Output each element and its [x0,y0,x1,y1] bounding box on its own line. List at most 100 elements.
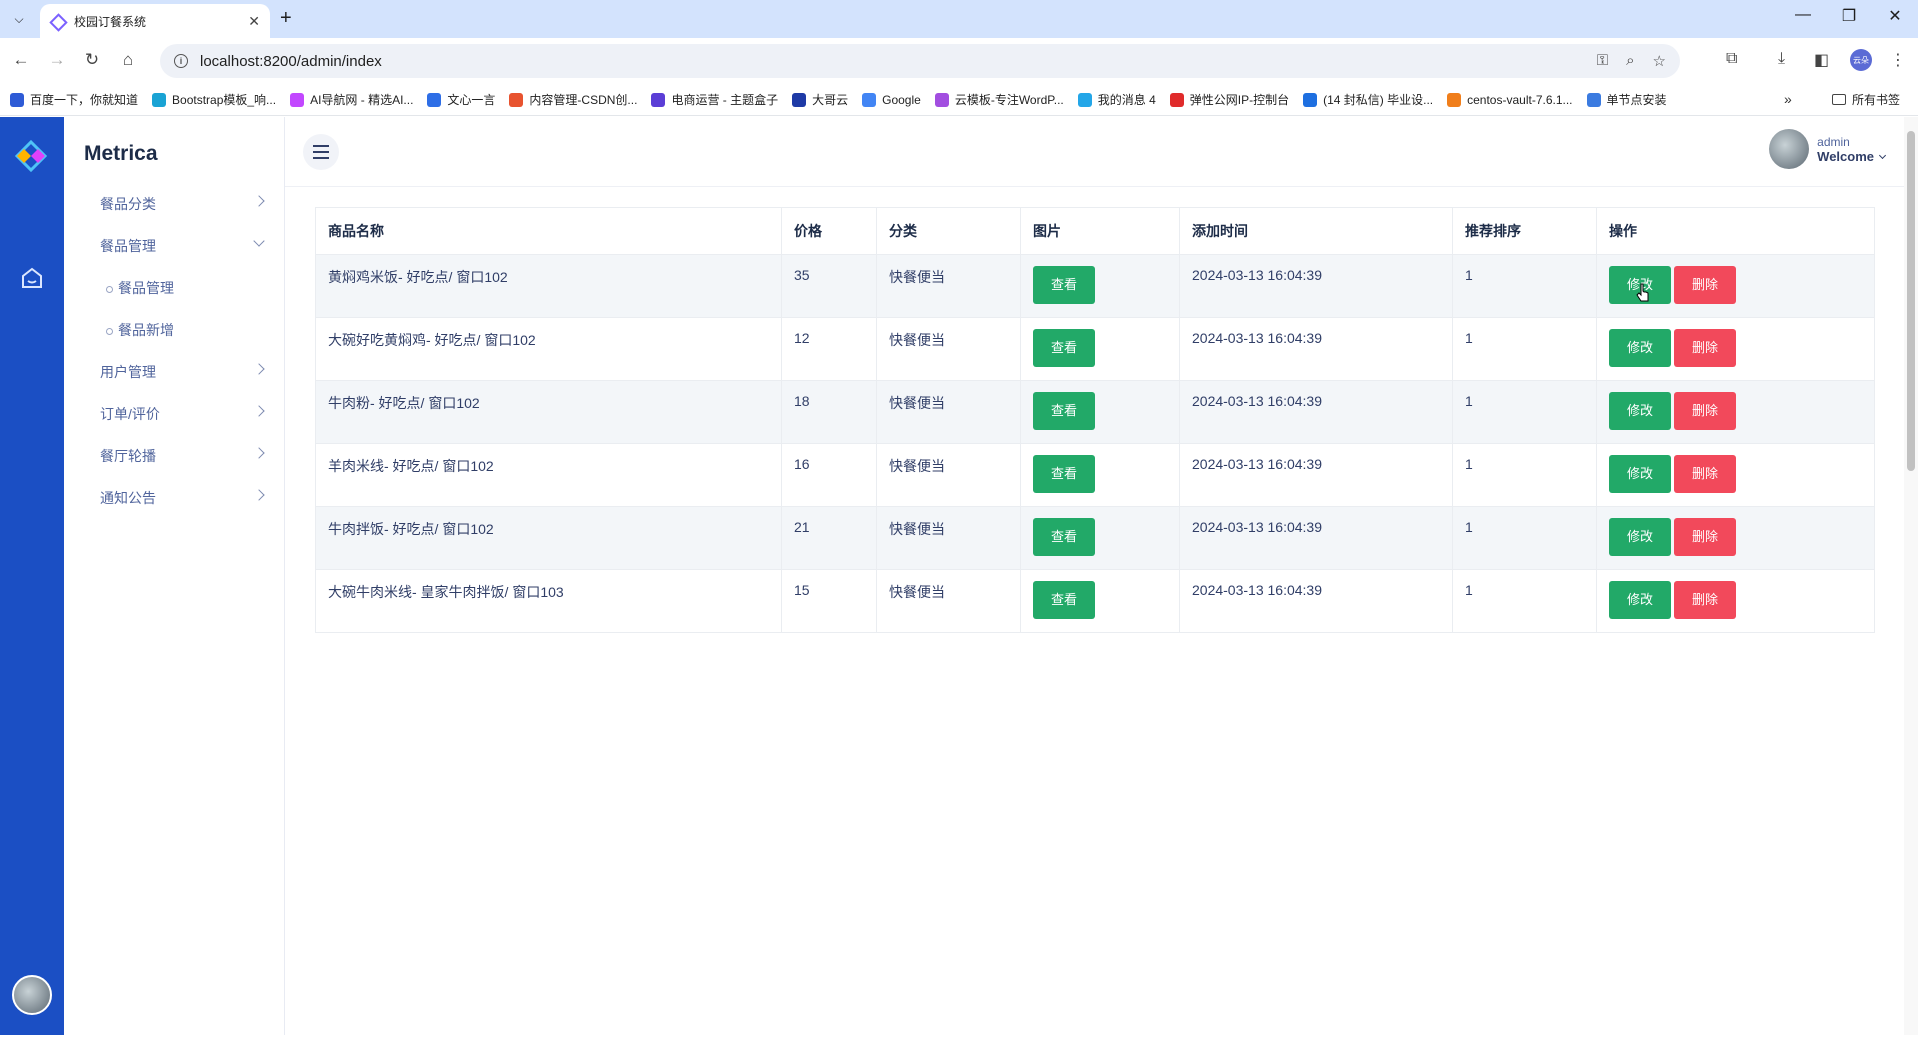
side-panel-icon[interactable]: ◧ [1814,50,1829,70]
tab-close-icon[interactable]: ✕ [248,13,260,30]
reload-icon[interactable]: ↻ [80,50,104,70]
site-info-icon[interactable]: i [174,54,188,68]
menu-toggle-icon[interactable] [303,134,339,170]
bookmark-item[interactable]: 百度一下，你就知道 [10,91,138,108]
bookmark-item[interactable]: 单节点安装 [1586,91,1667,108]
password-key-icon[interactable]: ⚿ [1597,52,1608,70]
sidebar-item-category[interactable]: 餐品分类 [64,183,285,225]
cell-sort-order: 1 [1452,317,1597,381]
bookmark-label: 电商运营 - 主题盒子 [671,93,779,107]
bookmark-star-icon[interactable]: ☆ [1653,52,1666,70]
sidebar-item-dish-management[interactable]: 餐品管理 [64,225,285,267]
bookmark-label: (14 封私信) 毕业设... [1323,93,1434,107]
bookmark-item[interactable]: 内容管理-CSDN创... [509,91,637,108]
delete-button[interactable]: 删除 [1674,455,1737,493]
all-bookmarks-folder[interactable]: 所有书签 [1832,91,1900,108]
sidebar-item-users[interactable]: 用户管理 [64,351,285,393]
cell-price: 21 [781,506,877,570]
chevron-right-icon [253,405,265,417]
cell-category: 快餐便当 [876,380,1021,444]
metrica-logo-icon [14,139,48,173]
more-bookmarks-icon[interactable]: » [1784,91,1792,107]
bookmark-label: Google [882,92,921,107]
delete-button[interactable]: 删除 [1674,581,1737,619]
browser-toolbar: ← → ↻ ⌂ i localhost:8200/admin/index ⚿ ⌕… [0,38,1918,84]
cell-added-time: 2024-03-13 16:04:39 [1179,317,1453,381]
cell-added-time: 2024-03-13 16:04:39 [1179,506,1453,570]
view-image-button[interactable]: 查看 [1033,518,1096,556]
delete-button[interactable]: 删除 [1674,266,1737,304]
minimize-icon[interactable]: — [1780,6,1826,24]
browser-tabstrip: ⌵ 校园订餐系统 ✕ + — ❐ ✕ [0,0,1918,38]
cell-added-time: 2024-03-13 16:04:39 [1179,569,1453,633]
bookmark-item[interactable]: AI导航网 - 精选AI... [290,91,413,108]
edit-button[interactable]: 修改 [1609,455,1672,493]
sidebar-item-label: 通知公告 [100,490,156,506]
browser-menu-icon[interactable]: ⋮ [1890,50,1906,70]
cell-sort-order: 1 [1452,443,1597,507]
delete-button[interactable]: 删除 [1674,392,1737,430]
edit-button[interactable]: 修改 [1609,329,1672,367]
chevron-right-icon [253,447,265,459]
column-header: 图片 [1020,207,1180,255]
tab-search-chevron-icon[interactable]: ⌵ [8,8,30,30]
edit-button[interactable]: 修改 [1609,581,1672,619]
view-image-button[interactable]: 查看 [1033,392,1096,430]
view-image-button[interactable]: 查看 [1033,581,1096,619]
edit-button[interactable]: 修改 [1609,392,1672,430]
bookmark-item[interactable]: 大哥云 [792,91,848,108]
bookmark-item[interactable]: 弹性公网IP-控制台 [1169,91,1289,108]
bookmark-item[interactable]: 文心一言 [427,91,495,108]
home-icon[interactable]: ⌂ [116,50,140,70]
address-bar[interactable]: i localhost:8200/admin/index ⚿ ⌕ ☆ [160,44,1680,78]
sidebar-subitem-dish-add[interactable]: 餐品新增 [64,309,285,351]
edit-button[interactable]: 修改 [1609,518,1672,556]
home-nav-icon[interactable] [20,267,44,289]
sidebar-item-label: 用户管理 [100,364,156,380]
view-image-button[interactable]: 查看 [1033,455,1096,493]
back-icon[interactable]: ← [9,50,33,70]
user-name: admin [1817,134,1850,149]
zoom-icon[interactable]: ⌕ [1626,52,1634,70]
new-tab-icon[interactable]: + [280,7,292,30]
forward-icon[interactable]: → [45,50,69,70]
bookmark-item[interactable]: 云模板-专注WordP... [934,91,1064,108]
table-body: 黄焖鸡米饭- 好吃点/ 窗口102 35 快餐便当 查看 2024-03-13 16:0… [315,254,1875,633]
user-welcome: Welcome [1817,149,1887,164]
cell-actions: 修改 删除 [1596,569,1875,633]
cell-category: 快餐便当 [876,506,1021,570]
sidebar-item-label: 餐品管理 [100,238,156,254]
user-dropdown[interactable]: admin Welcome [1769,129,1887,169]
sidebar-item-carousel[interactable]: 餐厅轮播 [64,435,285,477]
page-scrollbar[interactable] [1904,117,1918,1035]
cell-actions: 修改 删除 [1596,380,1875,444]
bookmark-item[interactable]: Bootstrap模板_响... [152,91,276,108]
bookmark-label: Bootstrap模板_响... [172,93,277,107]
url-text[interactable]: localhost:8200/admin/index [200,53,382,70]
sidebar-menu: 餐品分类 餐品管理 餐品管理 餐品新增 用户管理 订单/评价 餐厅轮播 通知公告 [64,183,285,519]
bookmark-item[interactable]: 电商运营 - 主题盒子 [651,91,778,108]
sidebar-item-notices[interactable]: 通知公告 [64,477,285,519]
bookmark-item[interactable]: 我的消息 4 [1077,91,1156,108]
view-image-button[interactable]: 查看 [1033,329,1096,367]
rail-user-avatar[interactable] [12,975,52,1015]
sidebar-item-orders[interactable]: 订单/评价 [64,393,285,435]
bookmark-item[interactable]: Google [862,92,921,107]
restore-icon[interactable]: ❐ [1826,6,1872,26]
cell-added-time: 2024-03-13 16:04:39 [1179,443,1453,507]
scrollbar-thumb[interactable] [1907,131,1915,471]
browser-tab-active[interactable]: 校园订餐系统 ✕ [40,4,270,38]
bookmark-item[interactable]: centos-vault-7.6.1... [1447,92,1573,107]
cell-dish-name: 大碗好吃黄焖鸡- 好吃点/ 窗口102 [315,317,782,381]
bookmark-item[interactable]: (14 封私信) 毕业设... [1303,91,1433,108]
sidebar-subitem-dish-list[interactable]: 餐品管理 [64,267,285,309]
bookmark-favicon-icon [651,92,666,107]
cell-price: 16 [781,443,877,507]
delete-button[interactable]: 删除 [1674,518,1737,556]
download-icon[interactable]: ⤓ [1778,50,1785,68]
extensions-icon[interactable]: ⧉ [1726,50,1737,68]
close-window-icon[interactable]: ✕ [1872,6,1918,26]
delete-button[interactable]: 删除 [1674,329,1737,367]
profile-avatar[interactable]: 云朵 [1850,49,1872,71]
view-image-button[interactable]: 查看 [1033,266,1096,304]
